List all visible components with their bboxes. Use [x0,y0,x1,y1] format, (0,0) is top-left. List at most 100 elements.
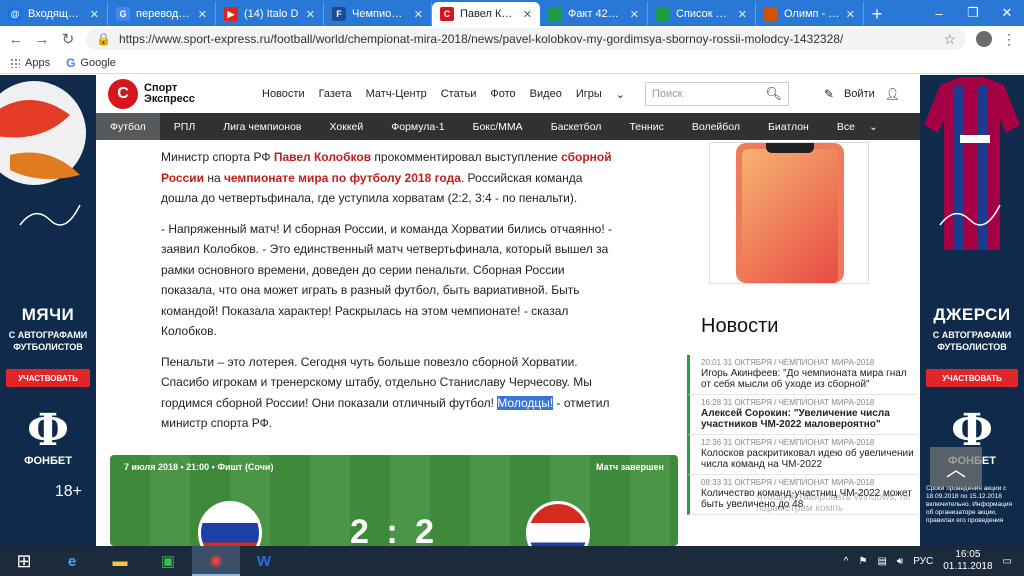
nav-link[interactable]: Статьи [441,88,477,100]
close-tab-icon[interactable]: ✕ [414,8,423,21]
sport-tab[interactable]: Теннис [615,113,677,140]
phone-promo-ad[interactable] [709,142,869,284]
news-item[interactable]: 20:01 31 ОКТЯБРЯ / ЧЕМПИОНАТ МИРА-2018 Иг… [687,355,917,395]
close-window-icon[interactable]: ✕ [990,0,1024,26]
minimize-icon[interactable]: – [922,0,956,26]
news-item[interactable]: 16:28 31 ОКТЯБРЯ / ЧЕМПИОНАТ МИРА-2018 Ал… [687,395,917,435]
fonbet-logo-icon: Ф [27,405,69,456]
ad-fine-print: Сроки проведения акции с 18.09.2018 по 1… [926,485,1013,524]
nav-link[interactable]: Игры [576,88,602,100]
search-input[interactable]: Поиск 🔍︎ [644,82,789,106]
bookmark-google[interactable]: G Google [66,56,116,70]
notifications-icon[interactable]: ▭ [1003,556,1012,567]
person-link[interactable]: Павел Колобков [274,150,371,164]
volume-icon[interactable]: 🔊︎ [897,556,903,567]
apps-grid-icon [10,57,20,68]
language-indicator[interactable]: РУС [913,556,933,567]
bookmark-star-icon[interactable]: ☆ [943,31,956,48]
sport-tab[interactable]: Биатлон [754,113,823,140]
news-item[interactable]: 12:36 31 ОКТЯБРЯ / ЧЕМПИОНАТ МИРА-2018 Ко… [687,435,917,475]
sport-tab[interactable]: Все [823,113,869,140]
login-link[interactable]: Войти [844,88,875,100]
jersey-image [920,75,1024,255]
browser-tab[interactable]: Факт 426 (Але ✕ [540,2,648,26]
selected-text[interactable]: Молодцы! [497,395,554,410]
browser-tab[interactable]: Олимп - Списо ✕ [756,2,864,26]
maximize-icon[interactable]: ❐ [956,0,990,26]
close-tab-icon[interactable]: ✕ [306,8,315,21]
browser-tab[interactable]: @ Входящие - По ✕ [0,2,108,26]
news-headline[interactable]: Игорь Акинфеев: "До чемпионата мира гнал… [701,368,917,390]
browser-tab[interactable]: Список прочте ✕ [648,2,756,26]
news-list: 20:01 31 ОКТЯБРЯ / ЧЕМПИОНАТ МИРА-2018 Иг… [687,355,917,515]
scroll-up-icon[interactable]: ︿ [930,447,982,487]
clock[interactable]: 16:05 01.11.2018 [943,549,992,573]
left-banner-ad[interactable]: МЯЧИ С АВТОГРАФАМИ ФУТБОЛИСТОВ УЧАСТВОВА… [0,75,96,546]
nav-link[interactable]: Газета [319,88,352,100]
bookmark-apps[interactable]: Apps [10,57,50,69]
sport-tab[interactable]: Футбол [96,113,160,140]
close-tab-icon[interactable]: ✕ [738,8,747,21]
chevron-up-icon[interactable]: ^ [844,556,849,567]
store-icon[interactable]: ▣ [144,546,192,576]
nav-link[interactable]: Матч-Центр [366,88,427,100]
sport-tab[interactable]: Баскетбол [537,113,616,140]
browser-tab[interactable]: F Чемпионат ма ✕ [324,2,432,26]
chevron-down-icon[interactable]: ⌄ [869,113,892,140]
tournament-link[interactable]: чемпионате мира по футболу 2018 года [224,171,461,185]
word-icon[interactable]: W [240,546,288,576]
nav-link[interactable]: Новости [262,88,305,100]
sport-tab[interactable]: Формула-1 [377,113,458,140]
site-logo-text[interactable]: Спорт Экспресс [144,83,224,105]
main-nav: Новости Газета Матч-Центр Статьи Фото Видео Иг… [262,88,625,101]
search-icon[interactable]: 🔍︎ [765,86,782,102]
nav-link[interactable]: Видео [530,88,562,100]
sport-tab[interactable]: Бокс/ММА [459,113,537,140]
sport-tab[interactable]: Лига чемпионов [209,113,315,140]
sport-express-logo-icon[interactable]: С [108,79,138,109]
watermark-line: Чтобы активировать Windows, пе [756,492,911,503]
forward-icon[interactable]: → [34,31,50,48]
ad-participate-button[interactable]: УЧАСТВОВАТЬ [926,369,1018,387]
system-tray: ^ ⚑ ▤ 🔊︎ РУС 16:05 01.11.2018 ▭ [844,549,1024,573]
sport-tab[interactable]: Волейбол [678,113,754,140]
profile-avatar[interactable] [976,31,992,47]
browser-tab[interactable]: C Павел Колобк ✕ [432,2,540,26]
article-paragraph: - Напряженный матч! И сборная России, и … [161,221,612,339]
match-card[interactable]: 7 июля 2018 • 21:00 • Фишт (Сочи) Матч з… [110,455,678,546]
chevron-down-icon[interactable]: ⌄ [616,88,625,101]
nav-link[interactable]: Фото [490,88,515,100]
news-headline[interactable]: Алексей Сорокин: "Увеличение числа участ… [701,408,917,430]
close-tab-icon[interactable]: ✕ [630,8,639,21]
menu-icon[interactable]: ⋮ [1002,31,1016,48]
browser-tab[interactable]: Gпереводчик - ✕ [108,2,216,26]
reload-icon[interactable]: ↻ [60,30,76,48]
ad-participate-button[interactable]: УЧАСТВОВАТЬ [6,369,90,387]
url-text[interactable]: https://www.sport-express.ru/football/wo… [119,32,935,46]
back-icon[interactable]: ← [8,31,24,48]
close-tab-icon[interactable]: ✕ [198,8,207,21]
tab-favicon-icon [764,7,778,21]
network-icon[interactable]: ▤ [877,556,886,567]
edit-icon[interactable]: ✎ [824,87,834,101]
browser-tab[interactable]: ▶ (14) Italo D ✕ [216,2,324,26]
match-score: 2 : 2 [349,513,439,546]
flag-icon[interactable]: ⚑ [858,556,867,567]
windows-start-icon[interactable]: ⊞ [0,546,48,576]
internet-explorer-icon[interactable]: e [48,546,96,576]
web-page: МЯЧИ С АВТОГРАФАМИ ФУТБОЛИСТОВ УЧАСТВОВА… [0,75,1024,546]
sport-tab[interactable]: Хоккей [316,113,378,140]
sport-tab[interactable]: РПЛ [160,113,209,140]
close-tab-icon[interactable]: ✕ [846,8,855,21]
watermark-line: параметрам компь [756,503,844,514]
match-meta: 7 июля 2018 • 21:00 • Фишт (Сочи) [124,462,274,472]
file-explorer-icon[interactable]: ▬ [96,546,144,576]
news-headline[interactable]: Колосков раскритиковал идею об увеличени… [701,448,917,470]
text-span: на [203,170,224,185]
close-tab-icon[interactable]: ✕ [523,8,532,21]
new-tab-button[interactable]: + [864,2,890,26]
address-bar[interactable]: 🔒 https://www.sport-express.ru/football/… [86,28,966,50]
chrome-icon[interactable]: ◉ [192,546,240,576]
close-tab-icon[interactable]: ✕ [90,8,99,21]
user-icon[interactable]: 👤︎ [885,87,900,101]
